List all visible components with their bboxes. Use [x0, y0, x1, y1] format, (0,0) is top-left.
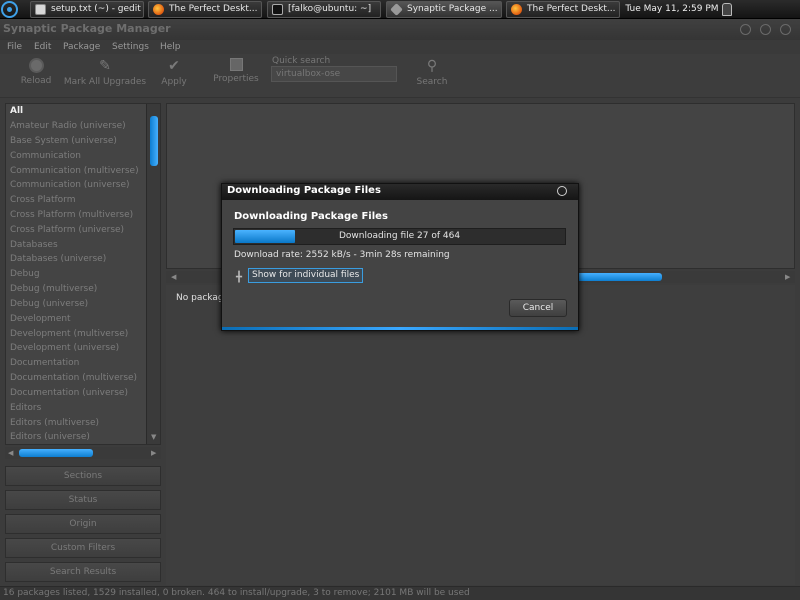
category-item[interactable]: Development (universe) [10, 343, 119, 353]
reload-icon [28, 58, 44, 73]
category-item[interactable]: Communication (universe) [10, 180, 130, 190]
category-item[interactable]: Documentation (universe) [10, 388, 128, 398]
checkmark-icon: ✔ [168, 58, 180, 74]
menu-help[interactable]: Help [160, 40, 181, 54]
cancel-button[interactable]: Cancel [509, 299, 567, 317]
category-item[interactable]: All [10, 106, 23, 116]
category-item[interactable]: Debug (multiverse) [10, 284, 97, 294]
synaptic-icon [390, 3, 403, 16]
sections-button[interactable]: Sections [5, 466, 161, 486]
scroll-right-icon[interactable]: ▶ [785, 273, 790, 281]
category-item[interactable]: Databases [10, 240, 58, 250]
scroll-left-icon[interactable]: ◀ [171, 273, 176, 281]
menu-file[interactable]: File [7, 40, 22, 54]
clock[interactable]: Tue May 11, 2:59 PM [622, 0, 722, 19]
properties-icon [229, 58, 243, 71]
category-item[interactable]: Debug (universe) [10, 299, 88, 309]
quick-search-label: Quick search [272, 56, 331, 66]
reload-button[interactable]: Reload [14, 58, 58, 98]
category-item[interactable]: Base System (universe) [10, 136, 117, 146]
status-button[interactable]: Status [5, 490, 161, 510]
category-item[interactable]: Editors (universe) [10, 432, 90, 442]
category-item[interactable]: Editors (multiverse) [10, 418, 99, 428]
close-icon[interactable] [780, 24, 791, 35]
task-terminal[interactable]: [falko@ubuntu: ~] [267, 1, 381, 18]
expander-plus-icon[interactable]: ╋ [236, 272, 242, 283]
show-individual-files-toggle[interactable]: Show for individual files [248, 268, 364, 283]
search-icon: ⚲ [426, 58, 438, 74]
ubuntu-menu-icon[interactable] [1, 1, 18, 18]
menu-edit[interactable]: Edit [34, 40, 51, 54]
category-item[interactable]: Editors [10, 403, 41, 413]
category-item[interactable]: Amateur Radio (universe) [10, 121, 126, 131]
mark-all-upgrades-button[interactable]: ✎ Mark All Upgrades [62, 58, 148, 98]
apply-button[interactable]: ✔ Apply [156, 58, 192, 98]
mark-upgrades-icon: ✎ [99, 58, 111, 74]
sidebar-scroll-thumb[interactable] [150, 116, 158, 166]
scroll-down-icon[interactable]: ▼ [151, 433, 156, 441]
dialog-title: Downloading Package Files [227, 185, 381, 196]
firefox-icon [511, 4, 522, 15]
menubar: File Edit Package Settings Help [0, 40, 800, 54]
category-item[interactable]: Development (multiverse) [10, 329, 128, 339]
category-item[interactable]: Debug [10, 269, 40, 279]
search-results-button[interactable]: Search Results [5, 562, 161, 582]
menu-settings[interactable]: Settings [112, 40, 149, 54]
task-synaptic[interactable]: Synaptic Package ... [386, 1, 502, 18]
firefox-icon [153, 4, 164, 15]
category-item[interactable]: Communication [10, 151, 81, 161]
package-list-hscroll-thumb[interactable] [572, 273, 662, 281]
task-firefox-1[interactable]: The Perfect Deskt... [148, 1, 262, 18]
category-item[interactable]: Development [10, 314, 71, 324]
scroll-left-icon[interactable]: ◀ [8, 449, 13, 457]
top-panel: setup.txt (~) - gedit The Perfect Deskt.… [0, 0, 800, 19]
custom-filters-button[interactable]: Custom Filters [5, 538, 161, 558]
quick-search-input[interactable] [271, 66, 397, 82]
window-titlebar: Synaptic Package Manager [0, 19, 800, 40]
status-bar: 16 packages listed, 1529 installed, 0 br… [0, 586, 800, 600]
category-item[interactable]: Documentation [10, 358, 79, 368]
download-rate-text: Download rate: 2552 kB/s - 3min 28s rema… [234, 250, 450, 260]
dialog-close-icon[interactable] [557, 186, 567, 196]
category-list[interactable]: All Amateur Radio (universe) Base System… [5, 103, 161, 445]
minimize-icon[interactable] [740, 24, 751, 35]
download-progress-bar: Downloading file 27 of 464 [233, 228, 566, 245]
category-item[interactable]: Cross Platform (universe) [10, 225, 124, 235]
origin-button[interactable]: Origin [5, 514, 161, 534]
gedit-icon [35, 4, 46, 15]
category-item[interactable]: Cross Platform [10, 195, 76, 205]
dialog-bottom-accent [222, 327, 578, 330]
properties-button[interactable]: Properties [210, 58, 262, 98]
window-title: Synaptic Package Manager [3, 22, 171, 35]
toolbar: Reload ✎ Mark All Upgrades ✔ Apply Prope… [0, 54, 800, 98]
sidebar-hscroll-thumb[interactable] [19, 449, 93, 457]
category-item[interactable]: Databases (universe) [10, 254, 106, 264]
task-gedit[interactable]: setup.txt (~) - gedit [30, 1, 144, 18]
dialog-heading: Downloading Package Files [234, 211, 388, 222]
category-item[interactable]: Documentation (multiverse) [10, 373, 137, 383]
maximize-icon[interactable] [760, 24, 771, 35]
lock-icon[interactable] [722, 3, 732, 16]
progress-text: Downloading file 27 of 464 [338, 231, 461, 241]
menu-package[interactable]: Package [63, 40, 100, 54]
category-item[interactable]: Cross Platform (multiverse) [10, 210, 133, 220]
scroll-right-icon[interactable]: ▶ [151, 449, 156, 457]
task-firefox-2[interactable]: The Perfect Deskt... [506, 1, 620, 18]
search-button[interactable]: ⚲ Search [412, 58, 452, 98]
terminal-icon [272, 4, 283, 15]
category-item[interactable]: Communication (multiverse) [10, 166, 139, 176]
